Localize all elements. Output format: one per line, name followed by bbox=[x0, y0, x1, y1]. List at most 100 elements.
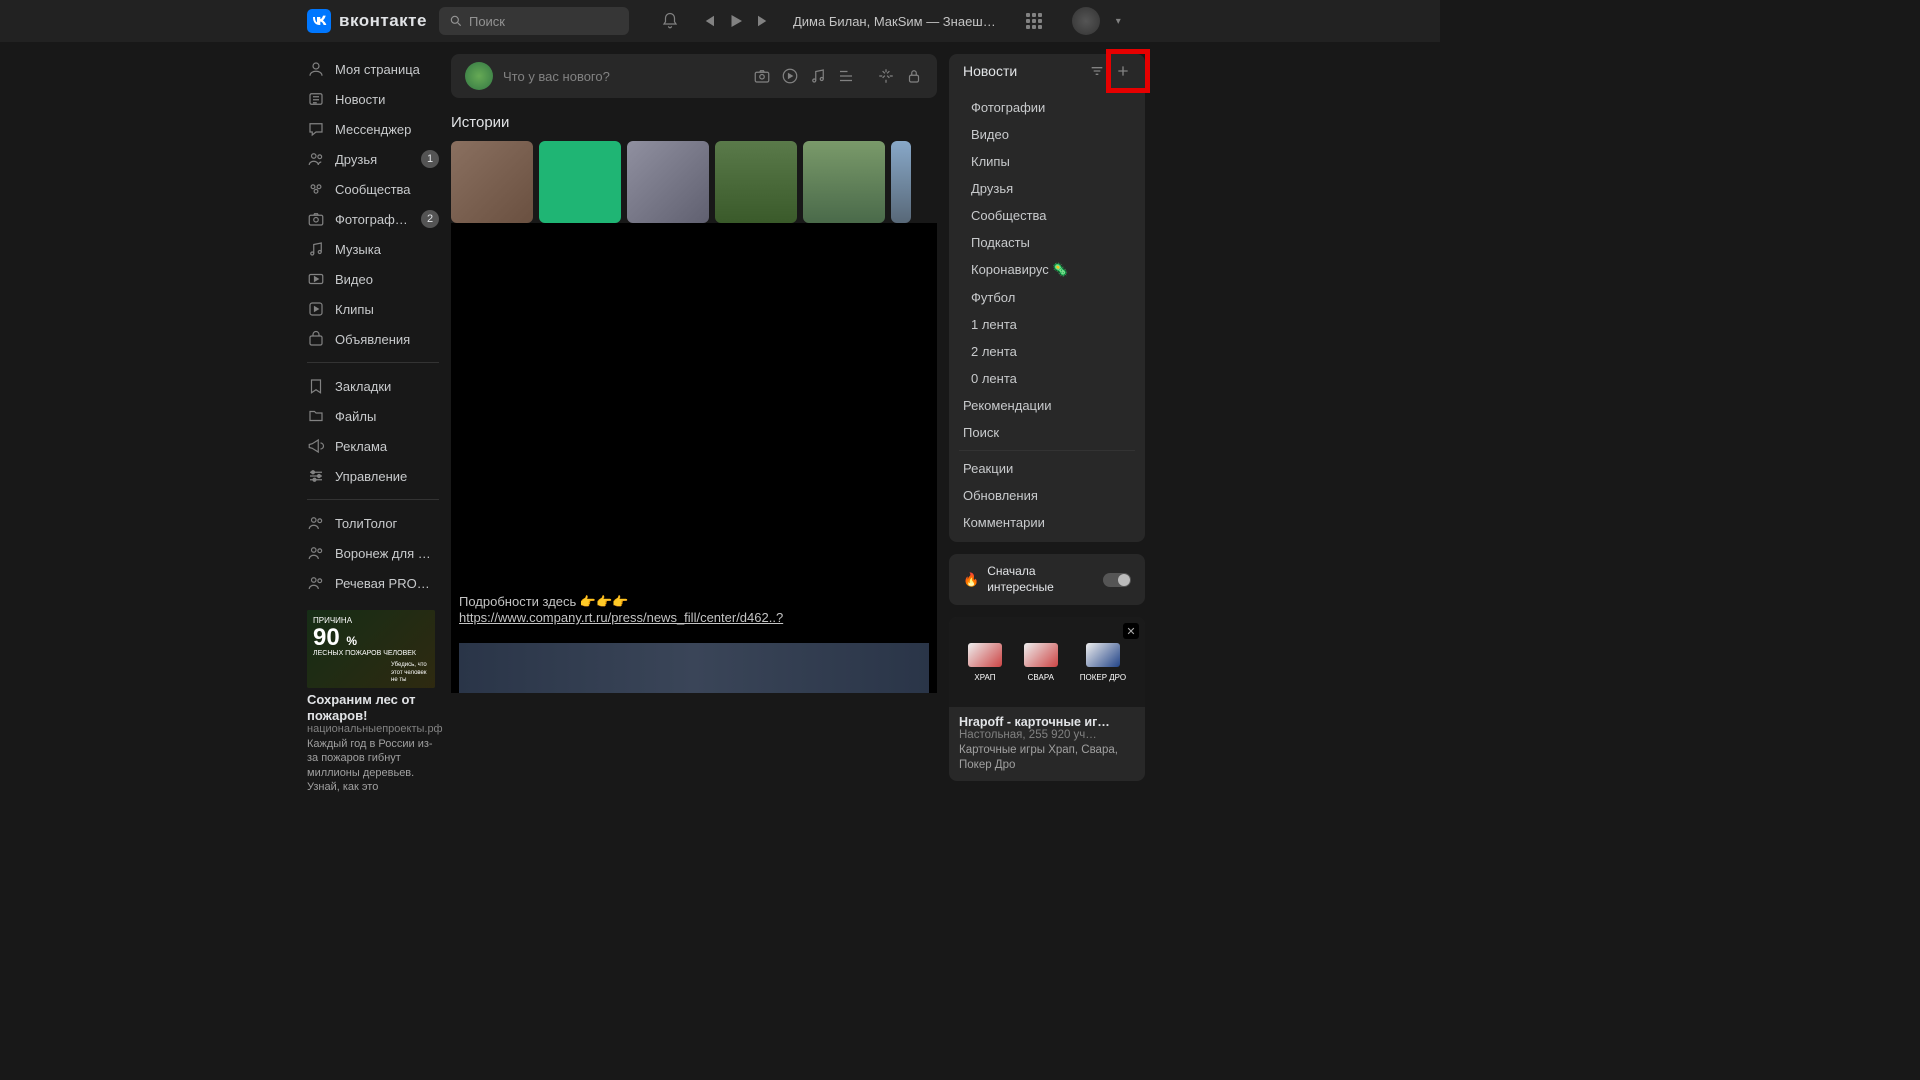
bell-icon[interactable] bbox=[661, 12, 679, 30]
sort-label: Сначала интересные bbox=[987, 564, 1095, 595]
ad2-text: Карточные игры Храп, Свара, Покер Дро bbox=[959, 743, 1135, 773]
vk-logo-icon bbox=[307, 9, 331, 33]
sidebar-item-groups[interactable]: Сообщества bbox=[307, 174, 439, 204]
tolitolog-icon bbox=[307, 514, 325, 532]
next-icon[interactable] bbox=[755, 12, 773, 30]
stories-title: Истории bbox=[451, 114, 937, 131]
story-item[interactable] bbox=[891, 141, 911, 223]
news-filter-item[interactable]: Видео bbox=[949, 121, 1145, 148]
files-icon bbox=[307, 407, 325, 425]
camera-icon[interactable] bbox=[753, 67, 771, 85]
news-filter-item[interactable]: Коронавирус 🦠 bbox=[949, 256, 1145, 284]
lock-icon[interactable] bbox=[905, 67, 923, 85]
search-input[interactable]: Поиск bbox=[439, 7, 629, 35]
sidebar-item-video[interactable]: Видео bbox=[307, 264, 439, 294]
search-icon bbox=[449, 14, 463, 28]
photos-icon bbox=[307, 210, 325, 228]
stories-section: Истории bbox=[451, 114, 937, 223]
sidebar-item-files[interactable]: Файлы bbox=[307, 401, 439, 431]
sidebar-item-news[interactable]: Новости bbox=[307, 84, 439, 114]
main-column: Что у вас нового? Истории Подробности зд… bbox=[451, 54, 937, 794]
video-icon[interactable] bbox=[781, 67, 799, 85]
news-title[interactable]: Новости bbox=[963, 63, 1083, 79]
news-filter-item[interactable]: Рекомендации bbox=[949, 392, 1145, 419]
news-filter-item[interactable]: 1 лента bbox=[949, 311, 1145, 338]
now-playing[interactable]: Дима Билан, МакSим — Знаеш… bbox=[793, 14, 996, 29]
avatar[interactable] bbox=[1072, 7, 1100, 35]
messenger-icon bbox=[307, 120, 325, 138]
my-page-icon bbox=[307, 60, 325, 78]
badge: 1 bbox=[421, 150, 439, 168]
sidebar-item-friends[interactable]: Друзья1 bbox=[307, 144, 439, 174]
news-filter-item[interactable]: Сообщества bbox=[949, 202, 1145, 229]
ad2-subtitle: Настольная, 255 920 уч… bbox=[959, 729, 1135, 741]
news-filter-item[interactable]: Футбол bbox=[949, 284, 1145, 311]
news-filter-item[interactable]: Подкасты bbox=[949, 229, 1145, 256]
play-icon[interactable] bbox=[727, 12, 745, 30]
sidebar-item-market[interactable]: Объявления bbox=[307, 324, 439, 354]
market-icon bbox=[307, 330, 325, 348]
music-icon bbox=[307, 240, 325, 258]
ad-text: Каждый год в России из-за пожаров гибнут… bbox=[307, 737, 435, 794]
apps-icon[interactable] bbox=[1026, 13, 1042, 29]
post-url[interactable]: https://www.company.rt.ru/press/news_fil… bbox=[459, 610, 783, 625]
chevron-down-icon[interactable]: ▾ bbox=[1116, 16, 1121, 27]
badge: 2 bbox=[421, 210, 439, 228]
news-filter-list: ФотографииВидеоКлипыДрузьяСообществаПодк… bbox=[949, 88, 1145, 542]
sidebar-item-rechevaya[interactable]: Речевая PRO… bbox=[307, 568, 439, 598]
music-icon[interactable] bbox=[809, 67, 827, 85]
fire-icon: 🔥 bbox=[963, 572, 979, 588]
right-ad[interactable]: ✕ ХРАПСВАРАПОКЕР ДРО Hrapoff - карточные… bbox=[949, 617, 1145, 781]
video-icon bbox=[307, 270, 325, 288]
news-filter-item[interactable]: Реакции bbox=[949, 455, 1145, 482]
news-filter-header: Новости bbox=[949, 54, 1145, 88]
add-button[interactable] bbox=[1111, 59, 1135, 83]
sidebar-item-my-page[interactable]: Моя страница bbox=[307, 54, 439, 84]
sidebar-item-bookmarks[interactable]: Закладки bbox=[307, 371, 439, 401]
news-filter-item[interactable]: Комментарии bbox=[949, 509, 1145, 536]
news-filter-item[interactable]: Фотографии bbox=[949, 94, 1145, 121]
prev-icon[interactable] bbox=[699, 12, 717, 30]
news-filter-item[interactable]: Клипы bbox=[949, 148, 1145, 175]
sidebar-item-tolitolog[interactable]: ТолиТолог bbox=[307, 508, 439, 538]
sort-toggle[interactable]: 🔥 Сначала интересные bbox=[949, 554, 1145, 605]
news-filter-item[interactable]: 2 лента bbox=[949, 338, 1145, 365]
story-item[interactable] bbox=[451, 141, 533, 223]
groups-icon bbox=[307, 180, 325, 198]
story-item[interactable] bbox=[715, 141, 797, 223]
ad-title: Сохраним лес от пожаров! bbox=[307, 692, 435, 723]
sparkle-icon[interactable] bbox=[877, 67, 895, 85]
close-icon[interactable]: ✕ bbox=[1123, 623, 1139, 639]
sidebar-item-music[interactable]: Музыка bbox=[307, 234, 439, 264]
article-icon[interactable] bbox=[837, 67, 855, 85]
sidebar-item-advert[interactable]: Реклама bbox=[307, 431, 439, 461]
logo-text: вконтакте bbox=[339, 11, 427, 31]
compose-box[interactable]: Что у вас нового? bbox=[451, 54, 937, 98]
bookmarks-icon bbox=[307, 377, 325, 395]
rechevaya-icon bbox=[307, 574, 325, 592]
sidebar-item-manage[interactable]: Управление bbox=[307, 461, 439, 491]
toggle-switch[interactable] bbox=[1103, 573, 1131, 587]
post-image[interactable] bbox=[459, 643, 929, 693]
news-filter-item[interactable]: Друзья bbox=[949, 175, 1145, 202]
news-filter-item[interactable]: Поиск bbox=[949, 419, 1145, 446]
story-item[interactable] bbox=[539, 141, 621, 223]
story-item[interactable] bbox=[627, 141, 709, 223]
clips-icon bbox=[307, 300, 325, 318]
post-link-line: Подробности здесь 👉👉👉 https://www.compan… bbox=[459, 594, 783, 625]
obscured-post: Подробности здесь 👉👉👉 https://www.compan… bbox=[451, 223, 937, 693]
filter-icon[interactable] bbox=[1089, 63, 1105, 79]
news-icon bbox=[307, 90, 325, 108]
story-item[interactable] bbox=[803, 141, 885, 223]
news-filter-item[interactable]: Обновления bbox=[949, 482, 1145, 509]
sidebar-item-photos[interactable]: Фотограф…2 bbox=[307, 204, 439, 234]
sidebar-item-clips[interactable]: Клипы bbox=[307, 294, 439, 324]
sidebar-item-voronezh[interactable]: Воронеж для … bbox=[307, 538, 439, 568]
left-ad[interactable]: ПРИЧИНА 90 % ЛЕСНЫХ ПОЖАРОВ ЧЕЛОВЕК Убед… bbox=[307, 610, 435, 794]
friends-icon bbox=[307, 150, 325, 168]
logo[interactable]: вконтакте bbox=[307, 9, 427, 33]
news-filter-item[interactable]: 0 лента bbox=[949, 365, 1145, 392]
sidebar-item-messenger[interactable]: Мессенджер bbox=[307, 114, 439, 144]
right-column: Новости ФотографииВидеоКлипыДрузьяСообще… bbox=[949, 54, 1145, 794]
advert-icon bbox=[307, 437, 325, 455]
